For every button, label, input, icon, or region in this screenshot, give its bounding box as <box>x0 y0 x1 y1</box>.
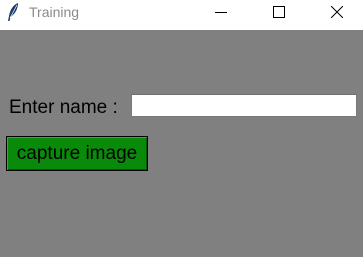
capture-image-button[interactable]: capture image <box>6 136 148 171</box>
close-button[interactable] <box>314 0 360 24</box>
maximize-icon <box>273 6 285 18</box>
close-icon <box>331 6 343 18</box>
minimize-button[interactable] <box>198 0 244 24</box>
maximize-button[interactable] <box>256 0 302 24</box>
feather-icon <box>6 2 20 22</box>
app-window: Training Enter name : capture image <box>0 0 363 257</box>
name-input[interactable] <box>131 94 357 117</box>
window-title: Training <box>29 4 80 20</box>
title-bar[interactable]: Training <box>0 0 363 30</box>
minimize-icon <box>215 12 227 13</box>
name-label: Enter name : <box>9 97 118 118</box>
